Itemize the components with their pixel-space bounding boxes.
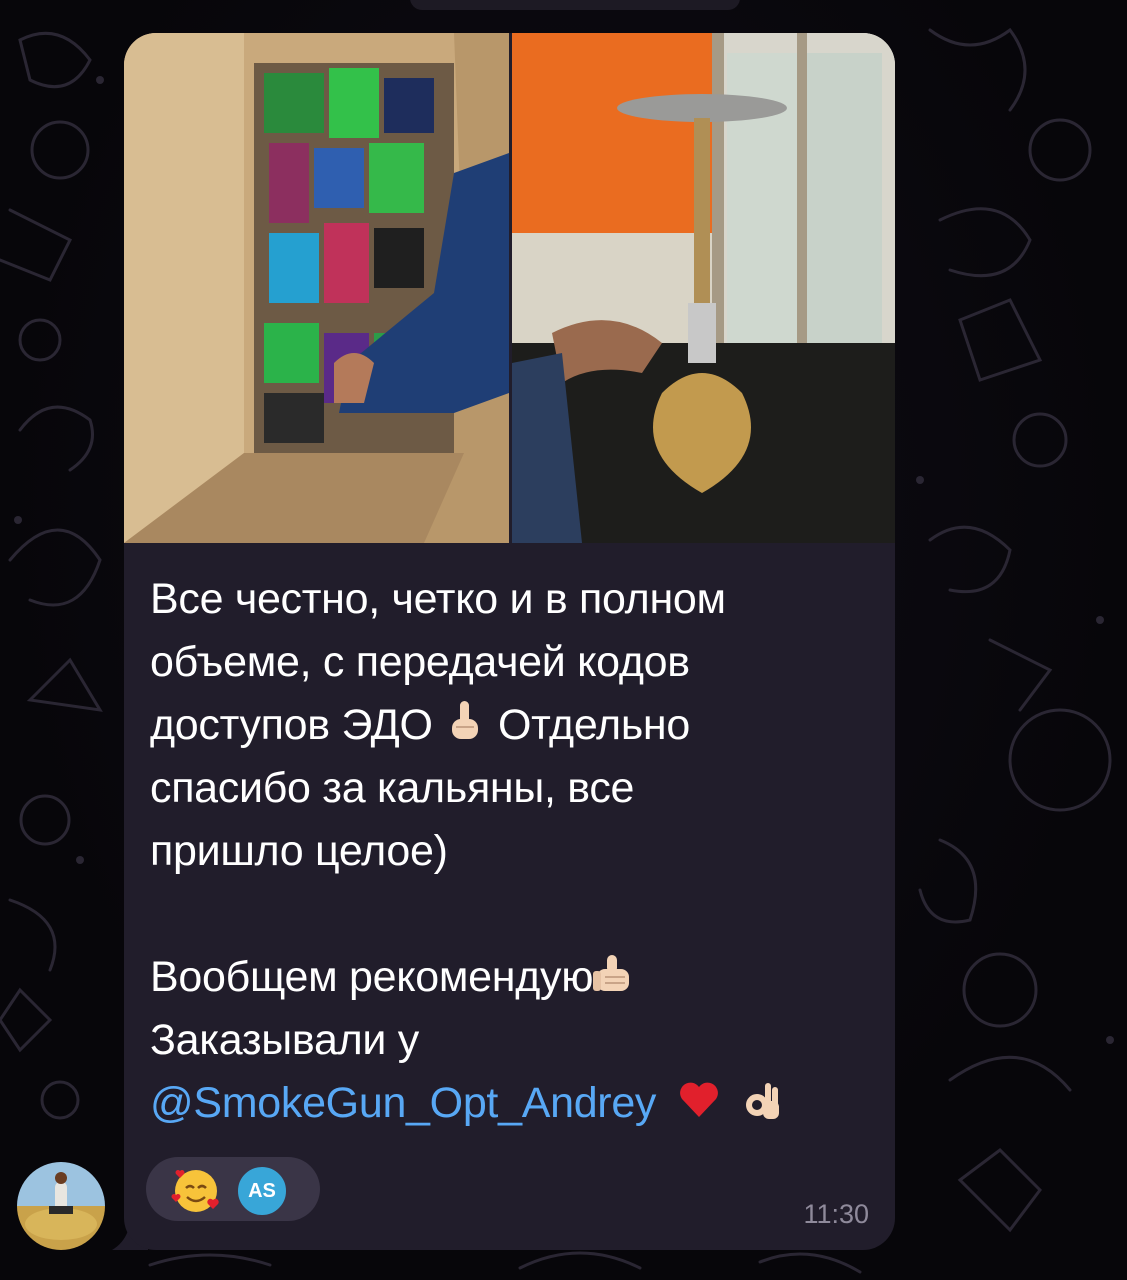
reaction-user-avatar: AS [236, 1165, 288, 1217]
message-line: пришло целое) [150, 827, 448, 875]
message-text: Все честно, четко и в полном объеме, с п… [150, 568, 870, 1135]
thumbs-up-icon [593, 955, 630, 991]
message-line-part: Отдельно [497, 701, 690, 749]
message-line: Вообщем рекомендую [150, 946, 870, 1009]
message-timestamp: 11:30 [803, 1199, 869, 1229]
message-line: @SmokeGun_Opt_Andrey [150, 1072, 870, 1135]
sender-avatar-image [17, 1162, 105, 1250]
reaction-chip[interactable]: AS [146, 1157, 320, 1221]
photo-box-image [124, 33, 509, 543]
photo-hookah-image [512, 33, 895, 543]
message-line: Заказывали у [150, 1016, 419, 1064]
message-line: спасибо за кальяны, все [150, 764, 635, 812]
red-heart-icon [679, 1082, 718, 1117]
pointing-up-icon [452, 701, 479, 739]
message-line-part: доступов ЭДО [150, 701, 433, 749]
photo-box-of-products[interactable] [124, 33, 509, 543]
sender-avatar[interactable] [17, 1162, 105, 1250]
message-line: Все честно, четко и в полном [150, 575, 726, 623]
smiling-face-with-hearts-icon [171, 1170, 219, 1212]
message-line: объеме, с передачей кодов [150, 638, 690, 686]
message-line: доступов ЭДО Отдельно [150, 694, 870, 757]
photo-hookah[interactable] [512, 33, 895, 543]
message-line-part: Вообщем рекомендую [150, 953, 594, 1001]
previous-message-edge [410, 0, 740, 10]
user-mention-link[interactable]: @SmokeGun_Opt_Andrey [150, 1079, 656, 1127]
message-bubble[interactable]: Все честно, четко и в полном объеме, с п… [124, 33, 895, 1250]
ok-hand-icon [746, 1083, 780, 1119]
